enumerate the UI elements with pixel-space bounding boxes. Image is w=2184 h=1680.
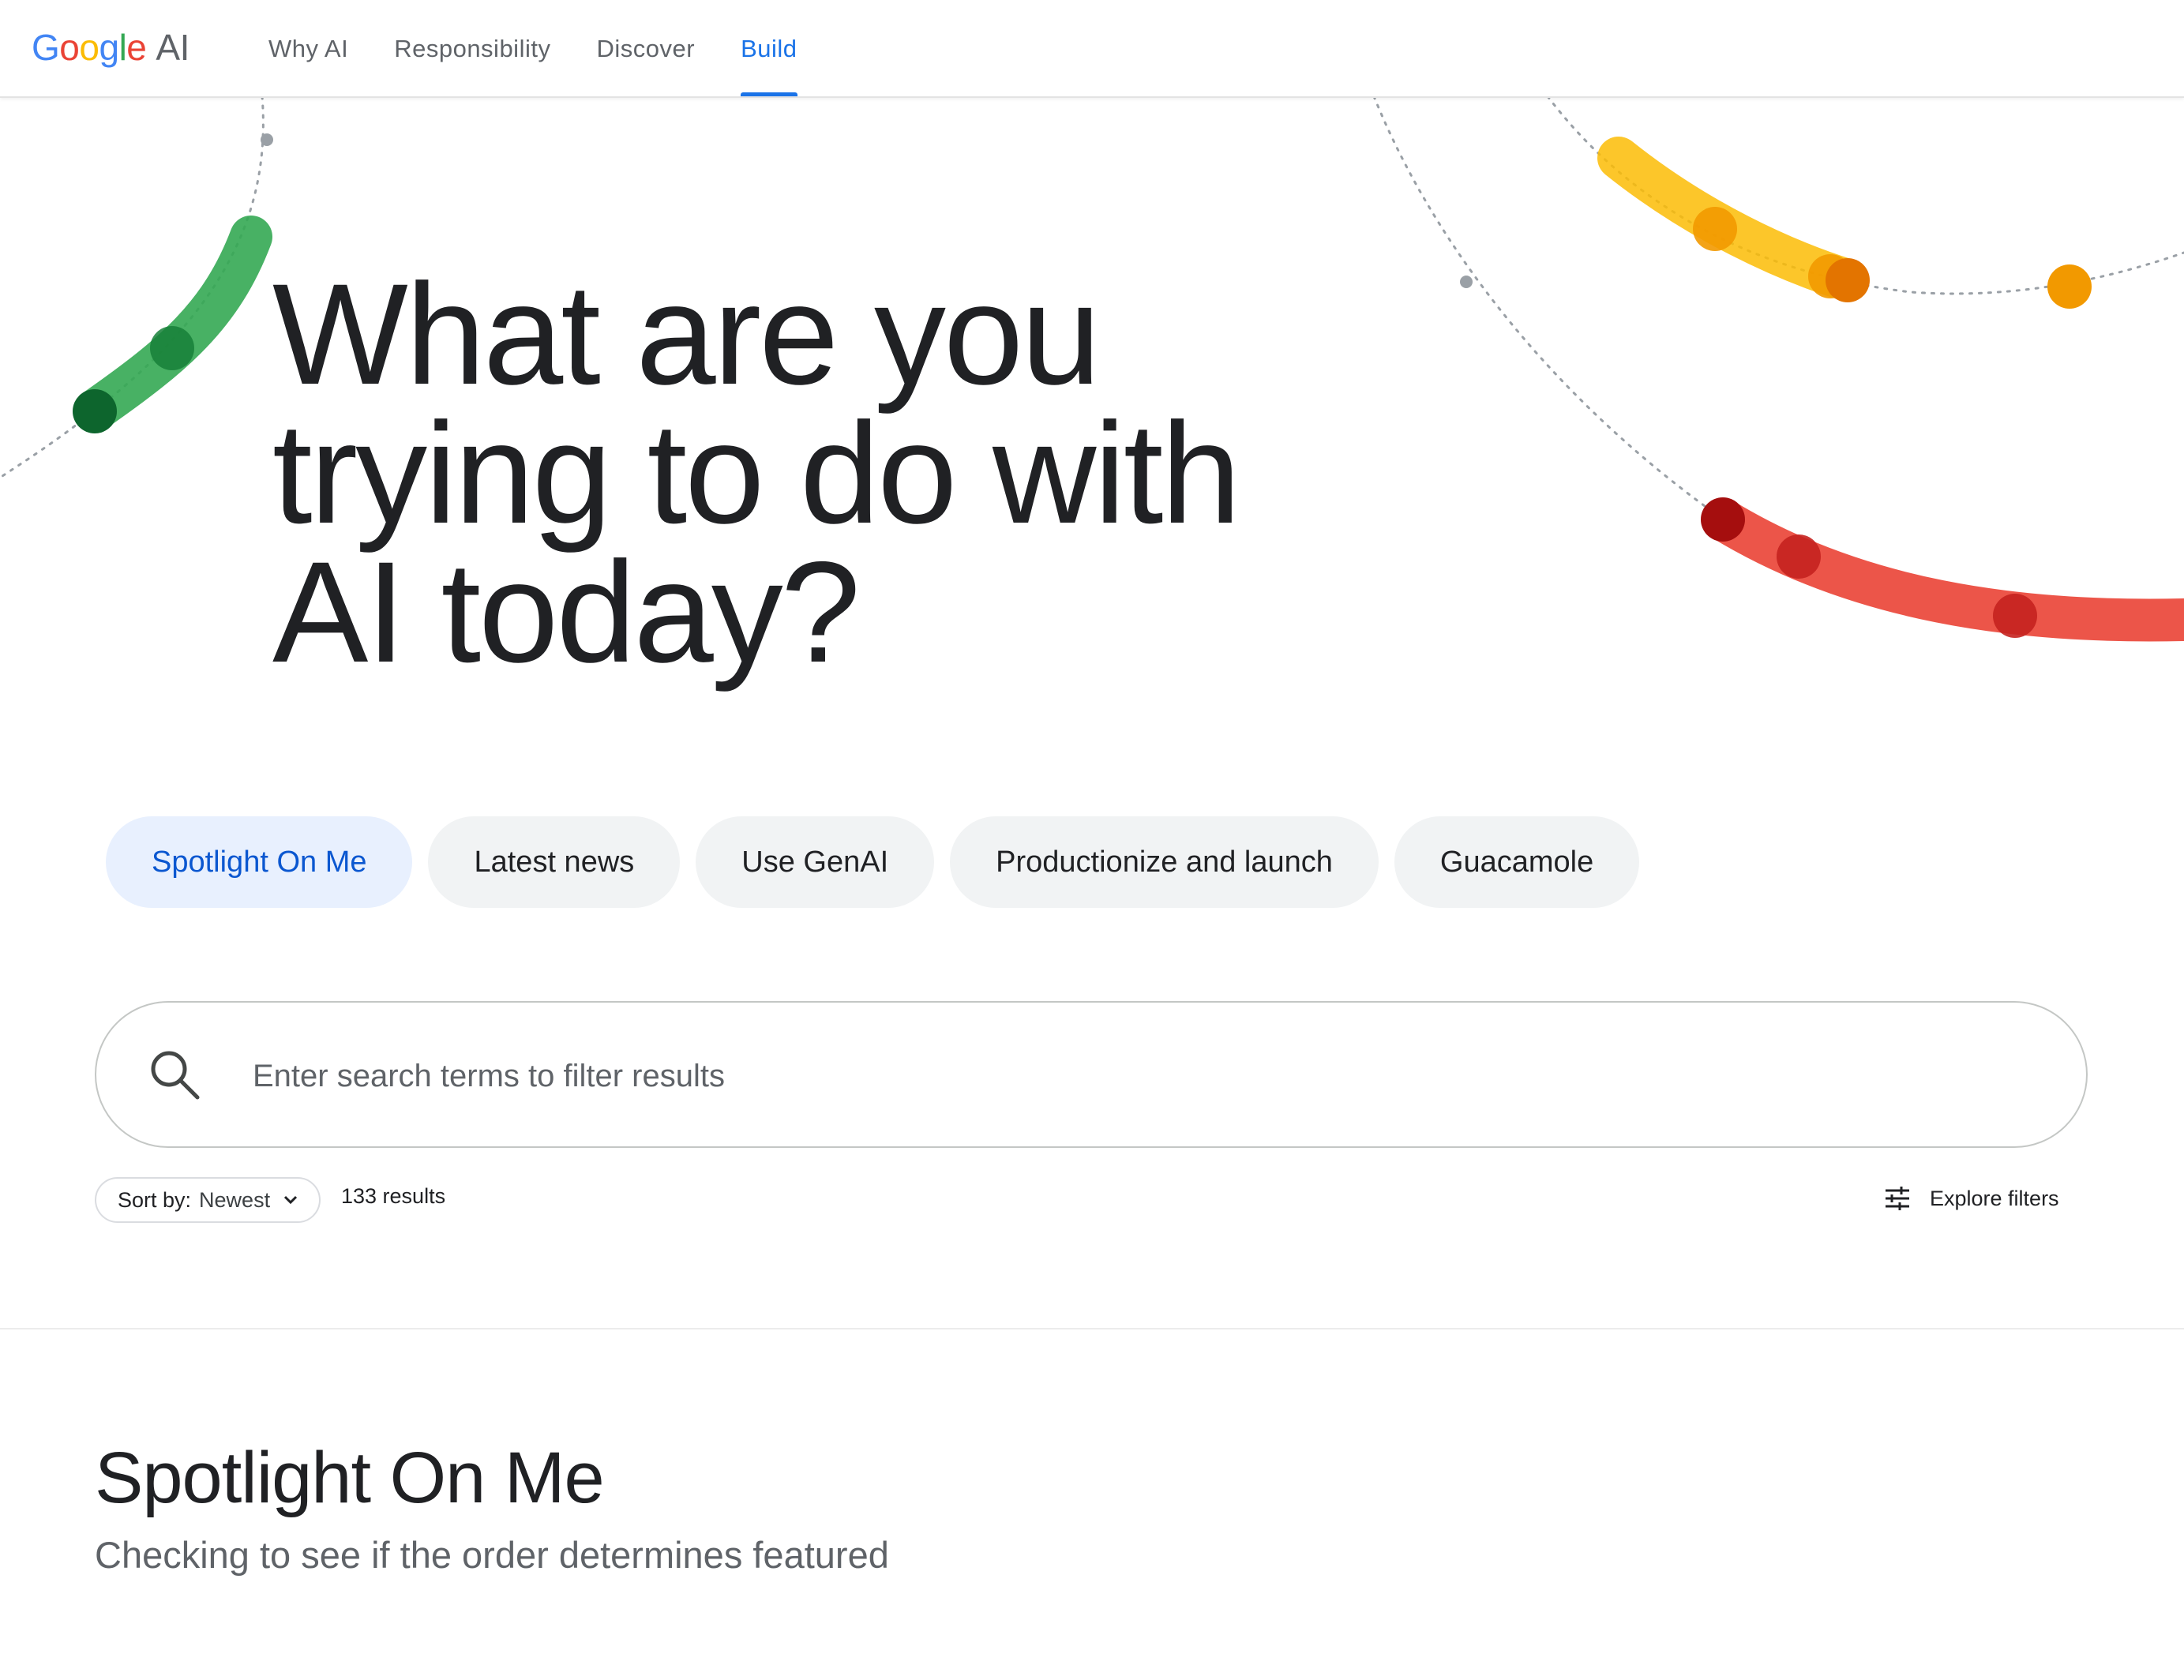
section-divider	[0, 1328, 2184, 1329]
category-chips: Spotlight On Me Latest news Use GenAI Pr…	[106, 816, 1640, 908]
search-input[interactable]	[251, 1034, 1991, 1118]
chip-use-genai[interactable]: Use GenAI	[696, 816, 935, 908]
sort-dropdown[interactable]: Sort by: Newest	[95, 1177, 321, 1223]
google-ai-logo[interactable]: Google AI	[32, 24, 190, 71]
nav-item-responsibility[interactable]: Responsibility	[394, 0, 550, 96]
search-bar[interactable]	[95, 1001, 2088, 1148]
nav-item-why-ai[interactable]: Why AI	[268, 0, 348, 96]
chip-guacamole[interactable]: Guacamole	[1394, 816, 1640, 908]
search-icon[interactable]	[145, 1045, 205, 1105]
section-title: Spotlight On Me	[95, 1438, 605, 1518]
hero-title-line: trying to do with	[272, 392, 1241, 553]
chip-spotlight-on-me[interactable]: Spotlight On Me	[106, 816, 413, 908]
chevron-down-icon	[284, 1195, 298, 1205]
chip-productionize-and-launch[interactable]: Productionize and launch	[950, 816, 1379, 908]
nav-item-build[interactable]: Build	[741, 0, 797, 96]
explore-filters-button[interactable]: Explore filters	[1884, 1179, 2059, 1217]
top-navigation-bar: Google AI Why AI Responsibility Discover …	[0, 0, 2184, 98]
sort-label: Sort by:	[118, 1187, 192, 1212]
tune-icon	[1886, 1187, 1909, 1210]
explore-filters-label: Explore filters	[1930, 1186, 2059, 1210]
hero-title-line: AI today?	[272, 531, 861, 692]
results-count: 133 results	[341, 1184, 446, 1208]
sort-value: Newest	[199, 1187, 271, 1212]
chip-latest-news[interactable]: Latest news	[428, 816, 681, 908]
section-subtitle: Checking to see if the order determines …	[95, 1534, 889, 1576]
nav-item-discover[interactable]: Discover	[596, 0, 695, 96]
hero-title-line: What are you	[272, 253, 1101, 414]
hero-title: What are you trying to do with AI today?	[272, 262, 1457, 684]
main-nav: Why AI Responsibility Discover Build	[268, 0, 797, 96]
